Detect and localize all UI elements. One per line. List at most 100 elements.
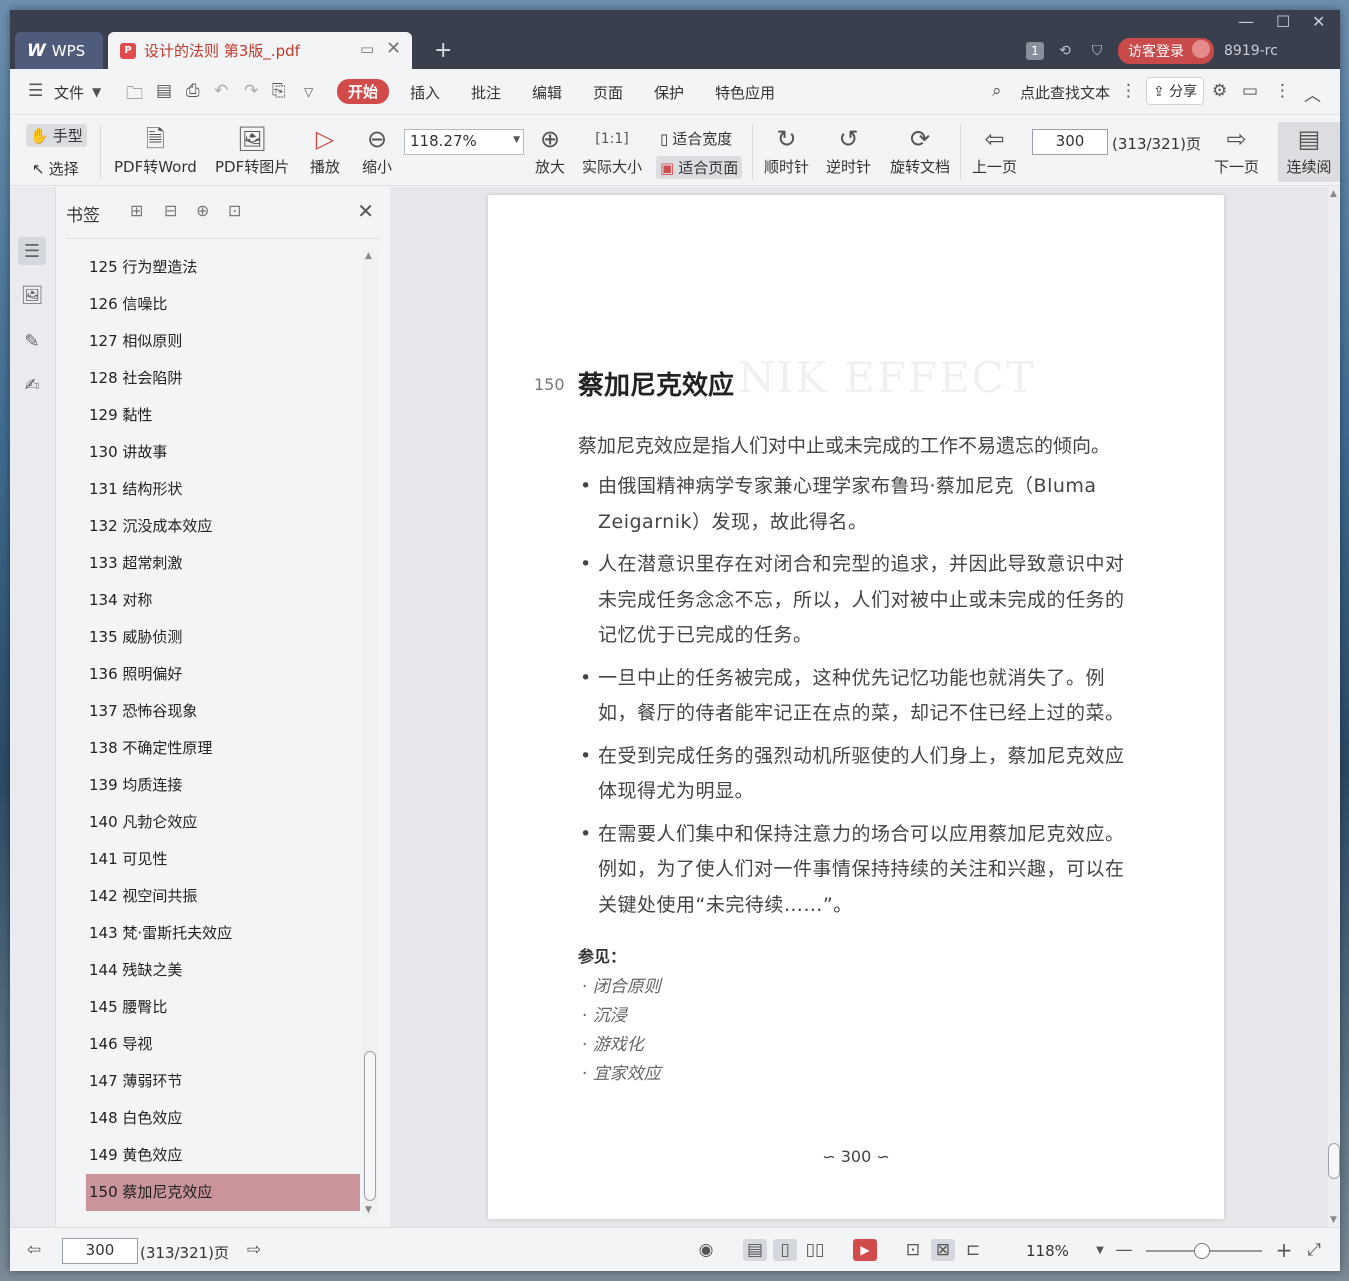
sync-icon[interactable]: ⟲	[1054, 43, 1076, 59]
single-page-view-icon[interactable]: ▯	[773, 1239, 797, 1261]
continuous-view-icon[interactable]: ▤	[743, 1239, 767, 1261]
search-icon[interactable]: ⌕	[992, 81, 1002, 101]
bookmark-scroll-thumb[interactable]	[364, 1051, 376, 1201]
fullscreen-icon[interactable]: ⤢	[1302, 1239, 1326, 1261]
zoom-in-plus-icon[interactable]: +	[1272, 1238, 1296, 1262]
tab-annotate[interactable]: 批注	[471, 82, 501, 103]
scroll-down-icon[interactable]: ▼	[1330, 1215, 1337, 1225]
bookmark-item[interactable]: 142 视空间共振	[86, 878, 360, 915]
bookmark-item[interactable]: 150 蔡加尼克效应	[86, 1174, 360, 1211]
rotate-clockwise-button[interactable]: ↻ 顺时针	[764, 122, 809, 177]
bookmark-item[interactable]: 144 残缺之美	[86, 952, 360, 989]
bookmark-item[interactable]: 136 照明偏好	[86, 656, 360, 693]
minimize-icon[interactable]: —	[1238, 12, 1254, 31]
add-bookmark-icon[interactable]: ⊕	[196, 201, 209, 220]
status-page-input[interactable]: 300	[62, 1238, 138, 1264]
bookmark-item[interactable]: 134 对称	[86, 582, 360, 619]
tab-insert[interactable]: 插入	[410, 82, 440, 103]
fit-page-button[interactable]: ▣ 适合页面	[656, 156, 743, 179]
fit-page-icon[interactable]: ⊠	[931, 1239, 955, 1261]
bookmark-item[interactable]: 127 相似原则	[86, 323, 360, 360]
bookmark-item[interactable]: 145 腰臀比	[86, 989, 360, 1026]
bookmark-item[interactable]: 135 威胁侦测	[86, 619, 360, 656]
quick-access-dropdown-icon[interactable]: ▽	[304, 85, 313, 99]
play-button[interactable]: ▷ 播放	[310, 122, 340, 177]
zoom-slider[interactable]	[1146, 1243, 1262, 1259]
document-scrollbar[interactable]: ▲ ▼	[1328, 187, 1340, 1227]
thumbnail-icon[interactable]: 🖼	[18, 281, 46, 309]
undo-icon[interactable]: ↶	[214, 81, 228, 101]
zoom-slider-knob[interactable]	[1194, 1243, 1210, 1259]
scroll-up-icon[interactable]: ▲	[1330, 189, 1337, 199]
close-panel-icon[interactable]: ✕	[357, 199, 374, 223]
more-options-icon[interactable]: ⋮	[1274, 81, 1291, 101]
fit-width-icon[interactable]: ⊏	[961, 1239, 985, 1261]
bookmark-item[interactable]: 138 不确定性原理	[86, 730, 360, 767]
pin-icon[interactable]: ▭	[360, 40, 374, 58]
maximize-icon[interactable]: ☐	[1276, 12, 1290, 31]
bookmark-item[interactable]: 141 可见性	[86, 841, 360, 878]
bookmark-item[interactable]: 143 梵·雷斯托夫效应	[86, 915, 360, 952]
rotate-document-button[interactable]: ⟳ 旋转文档	[890, 122, 950, 177]
bookmark-item[interactable]: 130 讲故事	[86, 434, 360, 471]
zoom-in-button[interactable]: ⊕ 放大	[535, 122, 565, 177]
save-icon[interactable]: ▤	[156, 81, 172, 101]
eye-protection-icon[interactable]: ◉	[694, 1239, 718, 1261]
bookmark-item[interactable]: 139 均质连接	[86, 767, 360, 804]
close-window-icon[interactable]: ✕	[1312, 12, 1325, 31]
bookmark-scrollbar[interactable]: ▲ ▼	[362, 249, 378, 1217]
actual-size-icon[interactable]: ⊡	[901, 1239, 925, 1261]
tab-document[interactable]: P 设计的法则 第3版_.pdf ▭ ✕	[108, 32, 412, 69]
collapse-ribbon-icon[interactable]: ︿	[1304, 81, 1321, 106]
tab-wps-home[interactable]: W WPS	[15, 32, 103, 69]
bookmark-item[interactable]: 129 黏性	[86, 397, 360, 434]
bookmark-item[interactable]: 140 凡勃仑效应	[86, 804, 360, 841]
next-page-button[interactable]: ⇨ 下一页	[1214, 122, 1259, 177]
collapse-all-icon[interactable]: ⊟	[164, 201, 177, 220]
chevron-down-icon[interactable]: ▼	[92, 85, 101, 99]
more-vertical-icon[interactable]: ⋮	[1120, 81, 1137, 101]
document-scroll-thumb[interactable]	[1328, 1143, 1340, 1179]
pdf-to-word-button[interactable]: 🗎 PDF转Word	[114, 122, 197, 177]
bookmark-item[interactable]: 132 沉没成本效应	[86, 508, 360, 545]
share-button[interactable]: ⇪ 分享	[1146, 77, 1205, 105]
fit-width-button[interactable]: ▯ 适合宽度	[660, 128, 732, 149]
bookmark-item[interactable]: 126 信噪比	[86, 286, 360, 323]
tab-protect[interactable]: 保护	[654, 82, 684, 103]
tab-special[interactable]: 特色应用	[715, 82, 775, 103]
new-tab-icon[interactable]: +	[434, 38, 452, 63]
zoom-out-button[interactable]: ⊖ 缩小	[362, 122, 392, 177]
search-text-field[interactable]: 点此查找文本	[1020, 82, 1110, 103]
zoom-out-minus-icon[interactable]: —	[1112, 1239, 1136, 1261]
zoom-select[interactable]: 118.27% ▼	[404, 129, 524, 155]
open-folder-icon[interactable]: 🗀	[126, 81, 143, 110]
scroll-down-icon[interactable]: ▼	[365, 1205, 372, 1215]
play-slideshow-icon[interactable]: ▶	[853, 1239, 877, 1261]
expand-all-icon[interactable]: ⊞	[130, 201, 143, 220]
redo-icon[interactable]: ↷	[244, 81, 258, 101]
bookmark-item[interactable]: 131 结构形状	[86, 471, 360, 508]
bookmark-item[interactable]: 149 黄色效应	[86, 1137, 360, 1174]
next-page-arrow-icon[interactable]: ⇨	[242, 1239, 266, 1261]
guest-login-button[interactable]: 访客登录	[1118, 38, 1214, 64]
hand-tool-button[interactable]: ✋ 手型	[26, 124, 87, 147]
print-icon[interactable]: ⎙	[186, 81, 200, 101]
skin-icon[interactable]: ⛉	[1086, 43, 1108, 59]
page-count-badge[interactable]: 1	[1026, 42, 1044, 60]
prev-page-arrow-icon[interactable]: ⇦	[22, 1239, 46, 1261]
tab-edit[interactable]: 编辑	[532, 82, 562, 103]
bookmark-item[interactable]: 128 社会陷阱	[86, 360, 360, 397]
rotate-counter-clockwise-button[interactable]: ↺ 逆时针	[826, 122, 871, 177]
close-tab-icon[interactable]: ✕	[386, 38, 401, 59]
annotation-icon[interactable]: ✎	[18, 327, 46, 355]
bookmark-list-icon[interactable]: ☰	[18, 237, 46, 265]
page-number-input[interactable]: 300	[1032, 129, 1108, 155]
status-zoom-value[interactable]: 118%	[1026, 1242, 1069, 1260]
bookmark-item[interactable]: 125 行为塑造法	[86, 249, 360, 286]
tab-start[interactable]: 开始	[337, 79, 390, 104]
bookmark-options-icon[interactable]: ⊡	[228, 201, 241, 220]
continuous-read-button[interactable]: ▤ 连续阅	[1278, 122, 1340, 182]
export-icon[interactable]: ⎘	[272, 81, 286, 101]
file-menu[interactable]: 文件	[54, 82, 84, 103]
scroll-up-icon[interactable]: ▲	[365, 251, 372, 261]
